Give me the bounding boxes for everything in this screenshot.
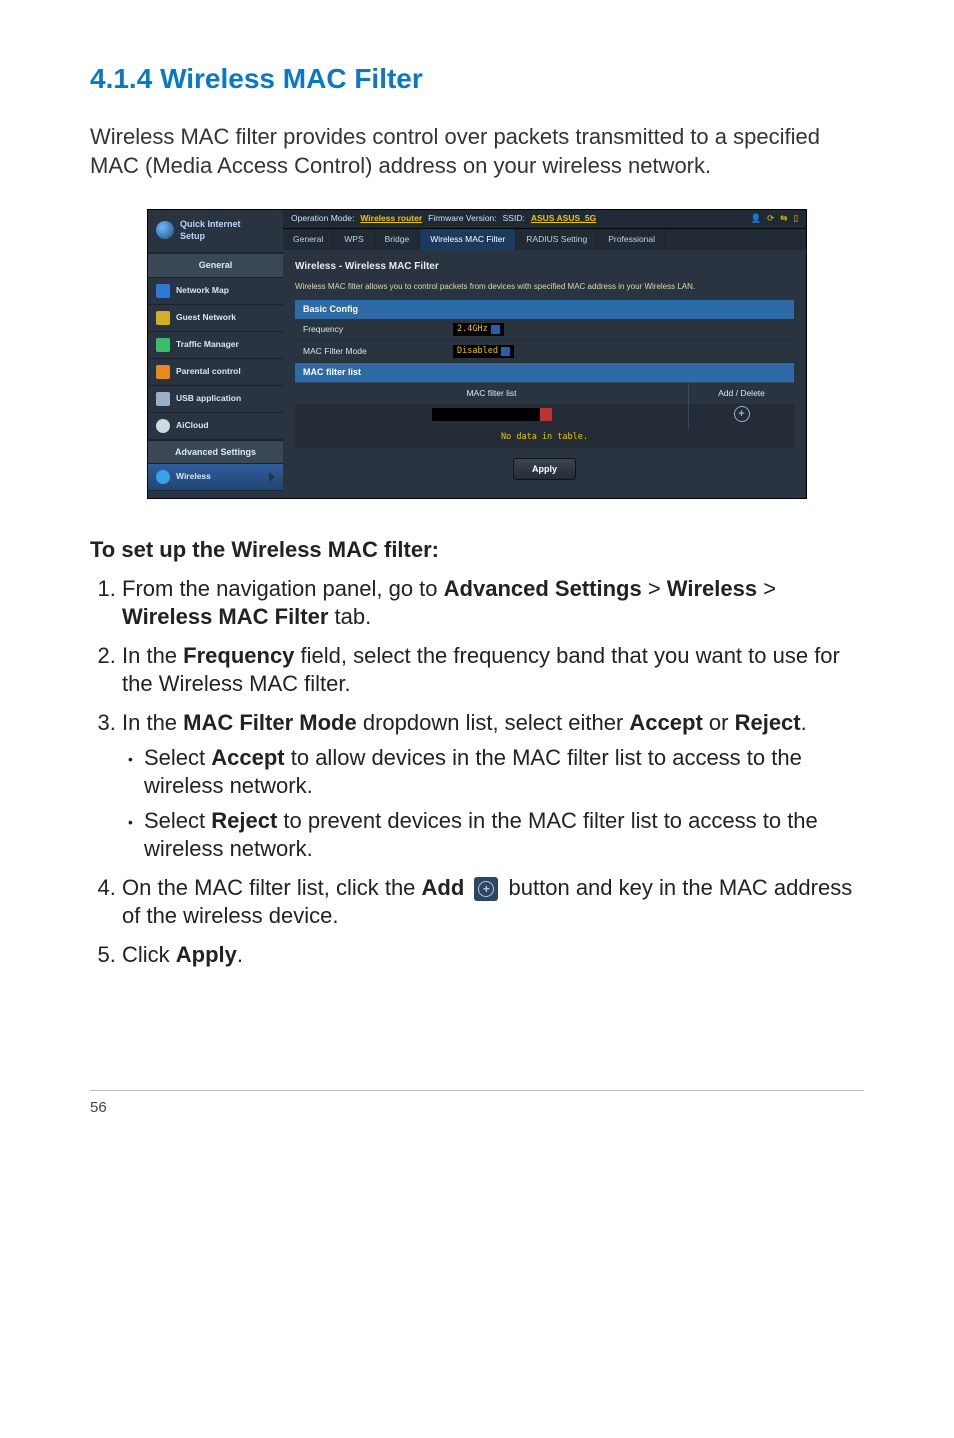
panel-title: Wireless - Wireless MAC Filter bbox=[295, 260, 794, 274]
qis-label-2: Setup bbox=[180, 230, 241, 242]
traffic-manager-icon bbox=[156, 338, 170, 352]
chevron-down-icon bbox=[501, 347, 510, 356]
footer: 56 bbox=[90, 1090, 864, 1119]
frequency-label: Frequency bbox=[303, 324, 453, 335]
frequency-select[interactable]: 2.4GHz bbox=[453, 323, 504, 336]
step-5: Click Apply. bbox=[122, 941, 864, 970]
basic-config-header: Basic Config bbox=[295, 300, 794, 318]
doc-icon[interactable]: ▯ bbox=[793, 213, 798, 224]
section-number: 4.1.4 bbox=[90, 63, 152, 94]
refresh-icon[interactable]: ⟳ bbox=[767, 213, 774, 224]
tab-wps[interactable]: WPS bbox=[334, 229, 374, 250]
bullet-reject: Select Reject to prevent devices in the … bbox=[144, 807, 864, 864]
no-data-message: No data in table. bbox=[295, 428, 794, 447]
status-bar: Operation Mode: Wireless router Firmware… bbox=[283, 210, 806, 228]
usb-icon bbox=[156, 392, 170, 406]
main-panel: Operation Mode: Wireless router Firmware… bbox=[283, 210, 806, 498]
opmode-label: Operation Mode: bbox=[291, 213, 354, 224]
mac-filter-mode-select[interactable]: Disabled bbox=[453, 345, 514, 358]
plus-icon: + bbox=[478, 881, 494, 897]
sidebar-item-traffic-manager[interactable]: Traffic Manager bbox=[148, 332, 283, 359]
user-icon[interactable]: 👤 bbox=[750, 213, 761, 224]
tab-bar: General WPS Bridge Wireless MAC Filter R… bbox=[283, 229, 806, 250]
sidebar-item-network-map[interactable]: Network Map bbox=[148, 278, 283, 305]
network-map-icon bbox=[156, 284, 170, 298]
wireless-icon bbox=[156, 470, 170, 484]
page-number: 56 bbox=[90, 1099, 107, 1116]
parental-control-icon bbox=[156, 365, 170, 379]
panel-description: Wireless MAC filter allows you to contro… bbox=[295, 282, 794, 293]
col-mac-filter-list: MAC filter list bbox=[295, 383, 689, 404]
sidebar-item-usb-application[interactable]: USB application bbox=[148, 386, 283, 413]
mac-filter-mode-label: MAC Filter Mode bbox=[303, 346, 453, 357]
section-heading: 4.1.4 Wireless MAC Filter bbox=[90, 60, 864, 98]
tab-professional[interactable]: Professional bbox=[598, 229, 666, 250]
sidebar-item-wireless[interactable]: Wireless bbox=[148, 464, 283, 491]
mac-address-select[interactable] bbox=[432, 408, 552, 421]
ssid-label: SSID: bbox=[503, 213, 525, 224]
sidebar-item-guest-network[interactable]: Guest Network bbox=[148, 305, 283, 332]
intro-paragraph: Wireless MAC filter provides control ove… bbox=[90, 122, 864, 181]
instructions-heading: To set up the Wireless MAC filter: bbox=[90, 535, 864, 565]
tab-radius-setting[interactable]: RADIUS Setting bbox=[516, 229, 598, 250]
step-4: On the MAC filter list, click the Add + … bbox=[122, 874, 864, 931]
step-1: From the navigation panel, go to Advance… bbox=[122, 575, 864, 632]
section-title-text: Wireless MAC Filter bbox=[160, 63, 423, 94]
tab-general[interactable]: General bbox=[283, 229, 334, 250]
ssid-value[interactable]: ASUS ASUS_5G bbox=[531, 213, 596, 224]
col-add-delete: Add / Delete bbox=[689, 383, 794, 404]
add-button[interactable]: + bbox=[734, 406, 750, 422]
sidebar-section-advanced: Advanced Settings bbox=[148, 440, 283, 464]
inline-add-icon: + bbox=[474, 877, 498, 901]
connect-icon[interactable]: ⇆ bbox=[780, 213, 787, 224]
router-screenshot: Quick Internet Setup General Network Map… bbox=[147, 209, 807, 499]
table-row: + bbox=[295, 404, 794, 428]
step-3: In the MAC Filter Mode dropdown list, se… bbox=[122, 709, 864, 864]
tab-wireless-mac-filter[interactable]: Wireless MAC Filter bbox=[420, 229, 516, 250]
status-icons: 👤 ⟳ ⇆ ▯ bbox=[750, 213, 798, 224]
frequency-row: Frequency 2.4GHz bbox=[295, 319, 794, 341]
step-2: In the Frequency field, select the frequ… bbox=[122, 642, 864, 699]
sidebar-item-aicloud[interactable]: AiCloud bbox=[148, 413, 283, 440]
qis-icon bbox=[156, 221, 174, 239]
apply-button[interactable]: Apply bbox=[513, 458, 576, 480]
table-header: MAC filter list Add / Delete bbox=[295, 382, 794, 404]
sidebar-item-parental-control[interactable]: Parental control bbox=[148, 359, 283, 386]
mac-filter-mode-row: MAC Filter Mode Disabled bbox=[295, 341, 794, 363]
bullet-accept: Select Accept to allow devices in the MA… bbox=[144, 744, 864, 801]
sidebar: Quick Internet Setup General Network Map… bbox=[148, 210, 283, 498]
steps-list: From the navigation panel, go to Advance… bbox=[90, 575, 864, 970]
tab-bridge[interactable]: Bridge bbox=[375, 229, 421, 250]
firmware-label: Firmware Version: bbox=[428, 213, 497, 224]
opmode-value[interactable]: Wireless router bbox=[360, 213, 422, 224]
sidebar-section-general: General bbox=[148, 253, 283, 277]
mac-filter-list-header: MAC filter list bbox=[295, 363, 794, 381]
chevron-down-icon bbox=[491, 325, 500, 334]
qis-label-1: Quick Internet bbox=[180, 218, 241, 230]
quick-internet-setup[interactable]: Quick Internet Setup bbox=[148, 210, 283, 253]
aicloud-icon bbox=[156, 419, 170, 433]
guest-network-icon bbox=[156, 311, 170, 325]
